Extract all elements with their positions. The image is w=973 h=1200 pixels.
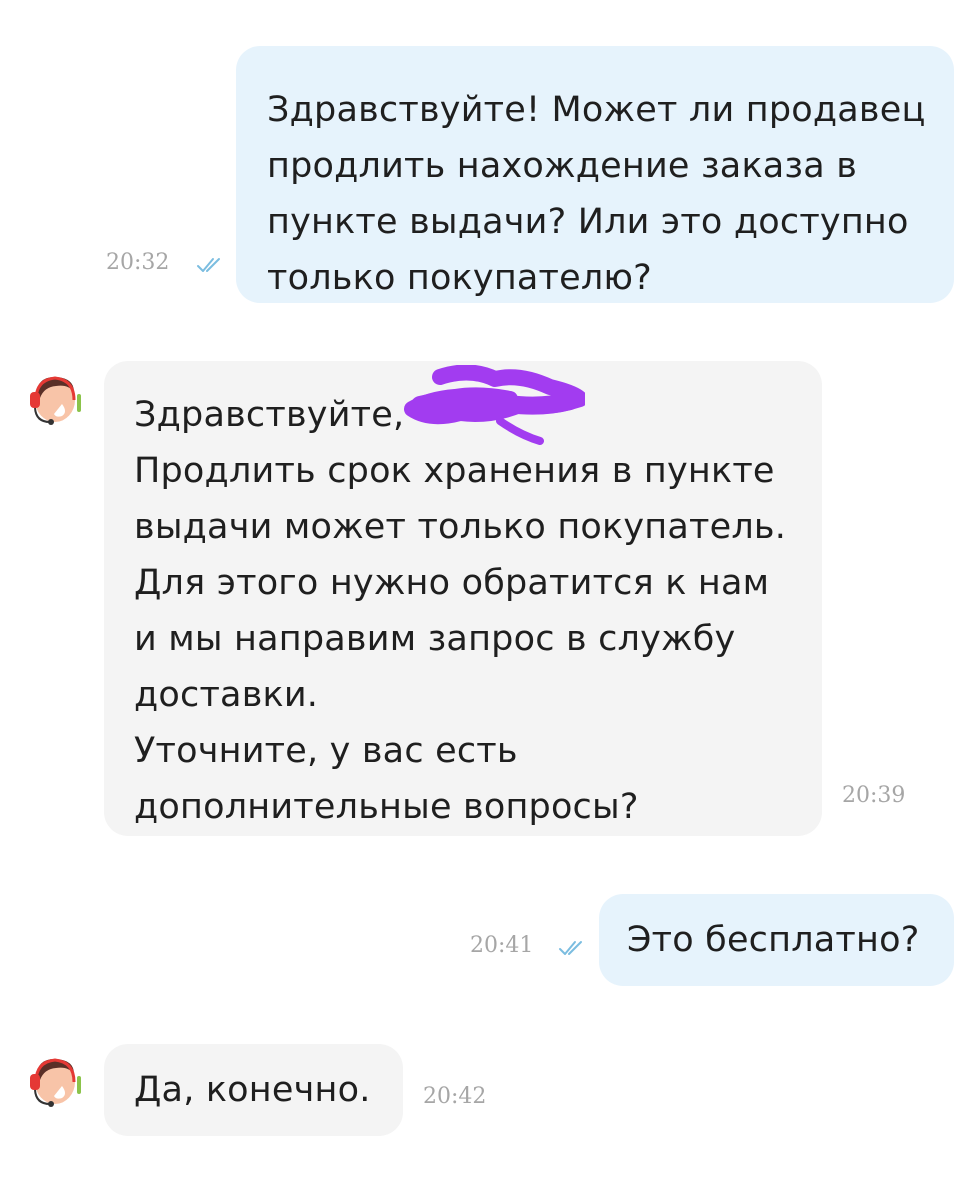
message-text-line: только покупателю?	[267, 258, 652, 298]
message-text-line: Да, конечно.	[134, 1070, 371, 1110]
message-text-line: Это бесплатно?	[627, 920, 920, 960]
outgoing-message-bubble[interactable]: Это бесплатно?	[599, 894, 954, 986]
message-text-line: Уточните, у вас есть	[134, 731, 518, 771]
redaction-scribble	[404, 365, 585, 445]
message-text-line: продлить нахождение заказа в	[267, 146, 858, 186]
support-agent-avatar-icon	[30, 376, 81, 425]
message-text-line: Для этого нужно обратится к нам	[134, 563, 770, 603]
support-agent-avatar-icon	[30, 1058, 81, 1107]
message-text-line: и мы направим запрос в службу	[134, 619, 736, 659]
message-timestamp: 20:32	[106, 250, 170, 275]
message-text-line: Продлить срок хранения в пункте	[134, 451, 775, 491]
message-text-line: пункте выдачи? Или это доступно	[267, 202, 909, 242]
outgoing-message-bubble[interactable]: Здравствуйте! Может ли продавец продлить…	[236, 46, 954, 303]
message-text-line: выдачи может только покупатель.	[134, 507, 787, 547]
message-text-line: Здравствуйте! Может ли продавец	[267, 90, 926, 130]
incoming-message-bubble[interactable]: Да, конечно.	[104, 1044, 403, 1136]
message-timestamp: 20:41	[470, 933, 534, 958]
double-check-icon	[559, 941, 582, 955]
message-text-line: доставки.	[134, 675, 319, 715]
message-timestamp: 20:42	[423, 1084, 487, 1109]
double-check-icon	[197, 258, 220, 272]
message-timestamp: 20:39	[842, 783, 906, 808]
message-text-line: дополнительные вопросы?	[134, 787, 639, 827]
